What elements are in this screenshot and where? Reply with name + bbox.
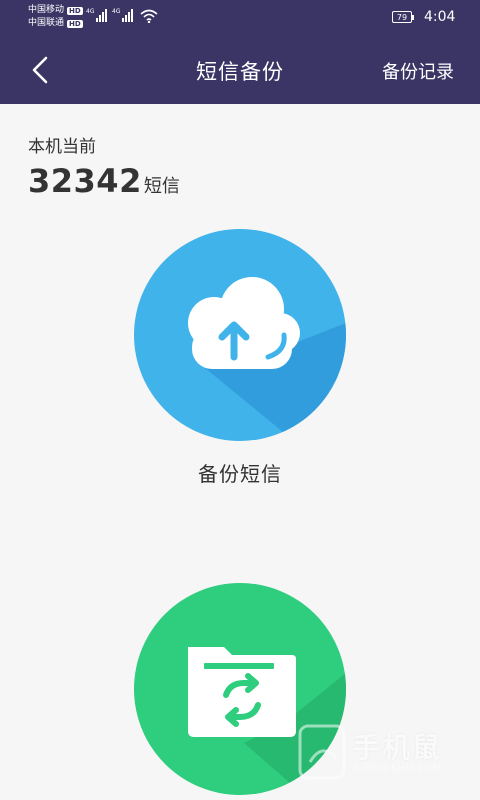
phone-logo-icon — [298, 724, 346, 780]
app-bar: 短信备份 备份记录 — [0, 36, 480, 104]
device-label: 本机当前 — [28, 137, 96, 157]
battery-icon: 79 — [392, 11, 414, 23]
cloud-upload-icon — [188, 277, 346, 441]
watermark-subtext: SHOUJISHU.COM — [354, 764, 442, 774]
carrier-name-1: 中国移动 — [28, 5, 65, 15]
hd-badge: HD — [67, 6, 83, 15]
clock: 4:04 — [424, 9, 456, 25]
hd-badge: HD — [67, 19, 83, 28]
watermark: 手机鼠 SHOUJISHU.COM — [296, 722, 466, 788]
status-bar: 中国移动 HD 中国联通 HD 4G 4G 79 4:04 — [0, 0, 480, 36]
wifi-icon — [140, 9, 158, 23]
count-unit: 短信 — [143, 176, 180, 197]
backup-records-button[interactable]: 备份记录 — [382, 58, 454, 84]
carrier-info: 中国移动 HD 中国联通 HD — [28, 4, 83, 30]
signal-icon: 4G — [86, 8, 108, 22]
network-tag: 4G — [86, 8, 95, 15]
backup-sms-label[interactable]: 备份短信 — [0, 458, 480, 487]
count-number: 32342 — [28, 162, 142, 200]
carrier-name-2: 中国联通 — [28, 18, 65, 28]
signal-icon: 4G — [112, 8, 134, 22]
network-tag: 4G — [112, 8, 121, 15]
watermark-text: 手机鼠 — [352, 731, 443, 764]
backup-sms-button[interactable] — [134, 229, 346, 441]
message-count: 32342 短信 — [28, 162, 180, 200]
